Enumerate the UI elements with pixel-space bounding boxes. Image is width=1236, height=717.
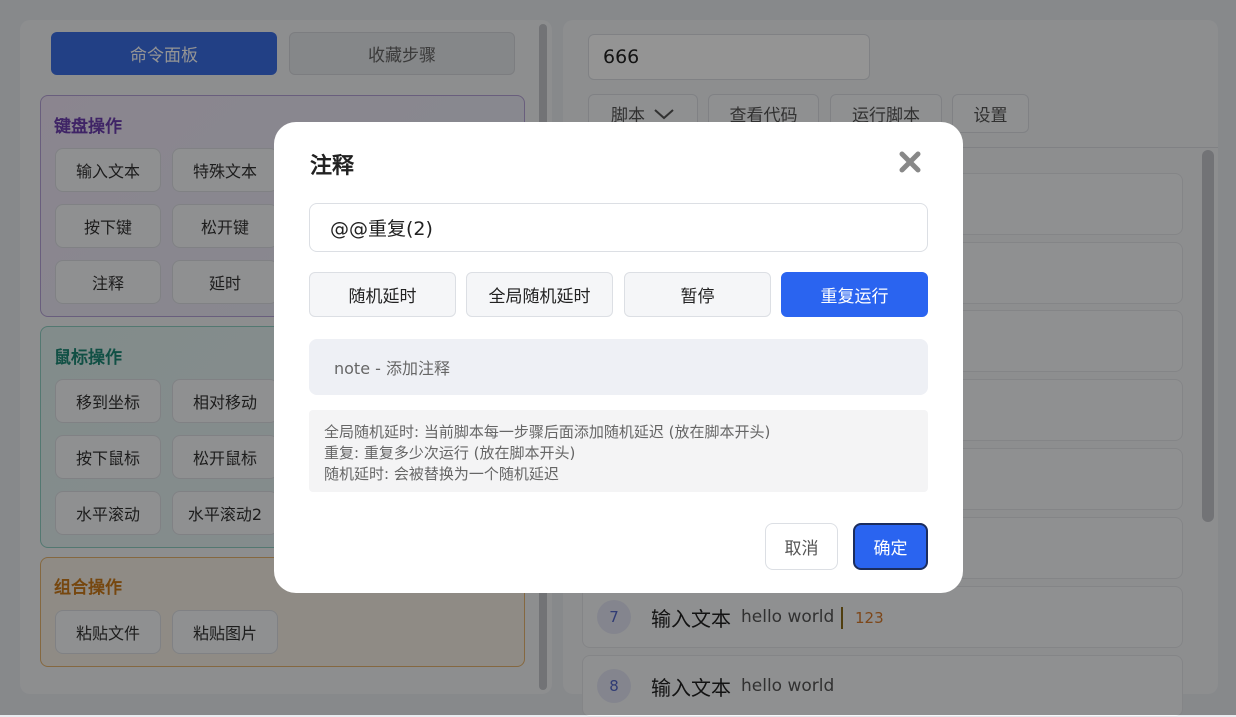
help-text: 全局随机延时: 当前脚本每一步骤后面添加随机延迟 (放在脚本开头) 重复: 重复… [309,410,928,492]
close-icon[interactable] [896,148,924,176]
dialog-title: 注释 [310,154,355,179]
help-line: 全局随机延时: 当前脚本每一步骤后面添加随机延迟 (放在脚本开头) [324,423,771,441]
global-random-delay-button[interactable]: 全局随机延时 [466,272,613,317]
pause-button[interactable]: 暂停 [624,272,771,317]
comment-input[interactable] [309,203,928,252]
cancel-button[interactable]: 取消 [765,523,838,570]
confirm-button[interactable]: 确定 [853,523,928,570]
command-hint: note - 添加注释 [309,339,928,395]
help-line: 重复: 重复多少次运行 (放在脚本开头) [324,444,576,462]
repeat-run-button[interactable]: 重复运行 [781,272,928,317]
comment-dialog: 注释 随机延时 全局随机延时 暂停 重复运行 note - 添加注释 全局随机延… [274,122,963,593]
random-delay-button[interactable]: 随机延时 [309,272,456,317]
help-line: 随机延时: 会被替换为一个随机延迟 [324,465,559,483]
